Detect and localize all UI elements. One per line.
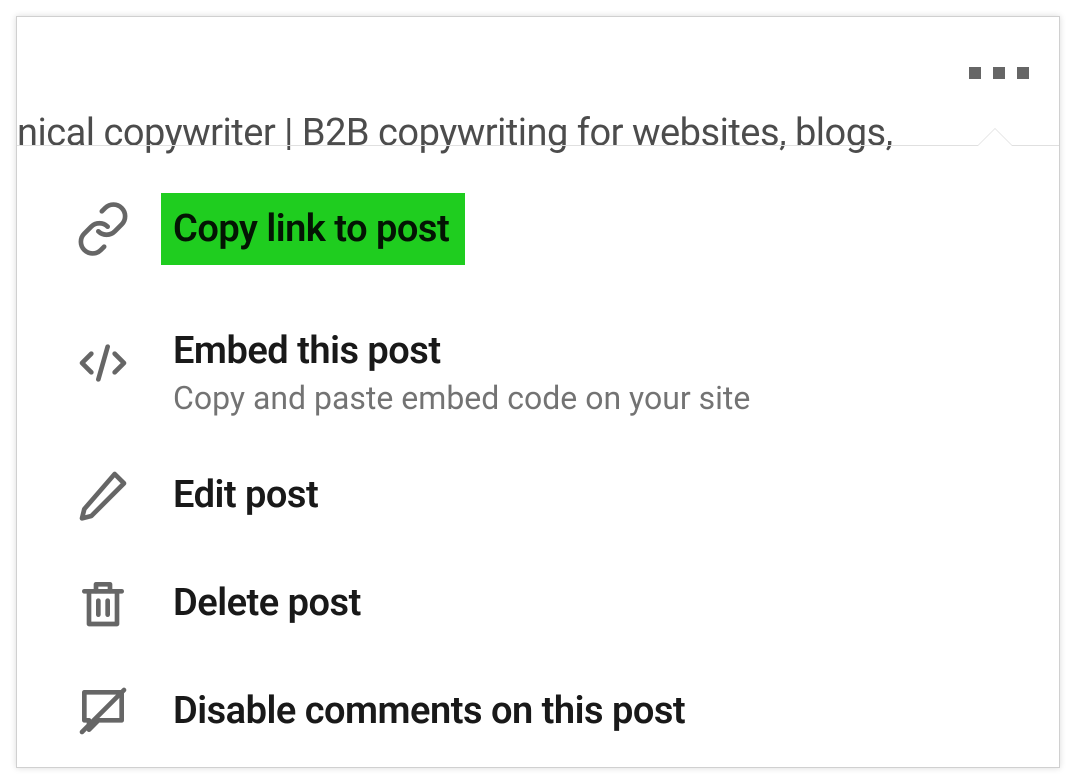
more-actions-button[interactable] xyxy=(969,67,1029,79)
header-partial-text: nical copywriter | B2B copywriting for w… xyxy=(17,111,893,155)
menu-item-text: Copy link to post xyxy=(173,193,465,265)
link-icon xyxy=(73,199,133,259)
menu-item-text: Edit post xyxy=(173,473,318,517)
menu-item-delete[interactable]: Delete post xyxy=(73,549,1003,657)
dot-icon xyxy=(993,67,1005,79)
menu-item-label: Embed this post xyxy=(173,329,750,373)
menu-item-sub-label: Copy and paste embed code on your site xyxy=(173,379,750,417)
menu-item-label: Disable comments on this post xyxy=(173,689,685,733)
menu-item-label: Delete post xyxy=(173,581,361,625)
divider xyxy=(17,145,1059,146)
menu-item-text: Delete post xyxy=(173,581,361,625)
menu-item-label: Copy link to post xyxy=(161,193,465,265)
menu-item-label: Edit post xyxy=(173,473,318,517)
code-icon xyxy=(73,333,133,393)
menu-item-copy-link[interactable]: Copy link to post xyxy=(73,169,1003,289)
menu-item-disable-comments[interactable]: Disable comments on this post xyxy=(73,657,1003,765)
menu-item-edit[interactable]: Edit post xyxy=(73,441,1003,549)
dropdown-panel: nical copywriter | B2B copywriting for w… xyxy=(16,16,1060,768)
menu-item-text: Embed this post Copy and paste embed cod… xyxy=(173,329,750,417)
dropdown-caret xyxy=(977,129,1013,147)
dot-icon xyxy=(969,67,981,79)
menu-item-embed[interactable]: Embed this post Copy and paste embed cod… xyxy=(73,289,1003,441)
dropdown-menu: Copy link to post Embed this post Copy a… xyxy=(73,169,1003,765)
comment-off-icon xyxy=(73,681,133,741)
pencil-icon xyxy=(73,465,133,525)
trash-icon xyxy=(73,573,133,633)
menu-item-text: Disable comments on this post xyxy=(173,689,685,733)
dot-icon xyxy=(1017,67,1029,79)
